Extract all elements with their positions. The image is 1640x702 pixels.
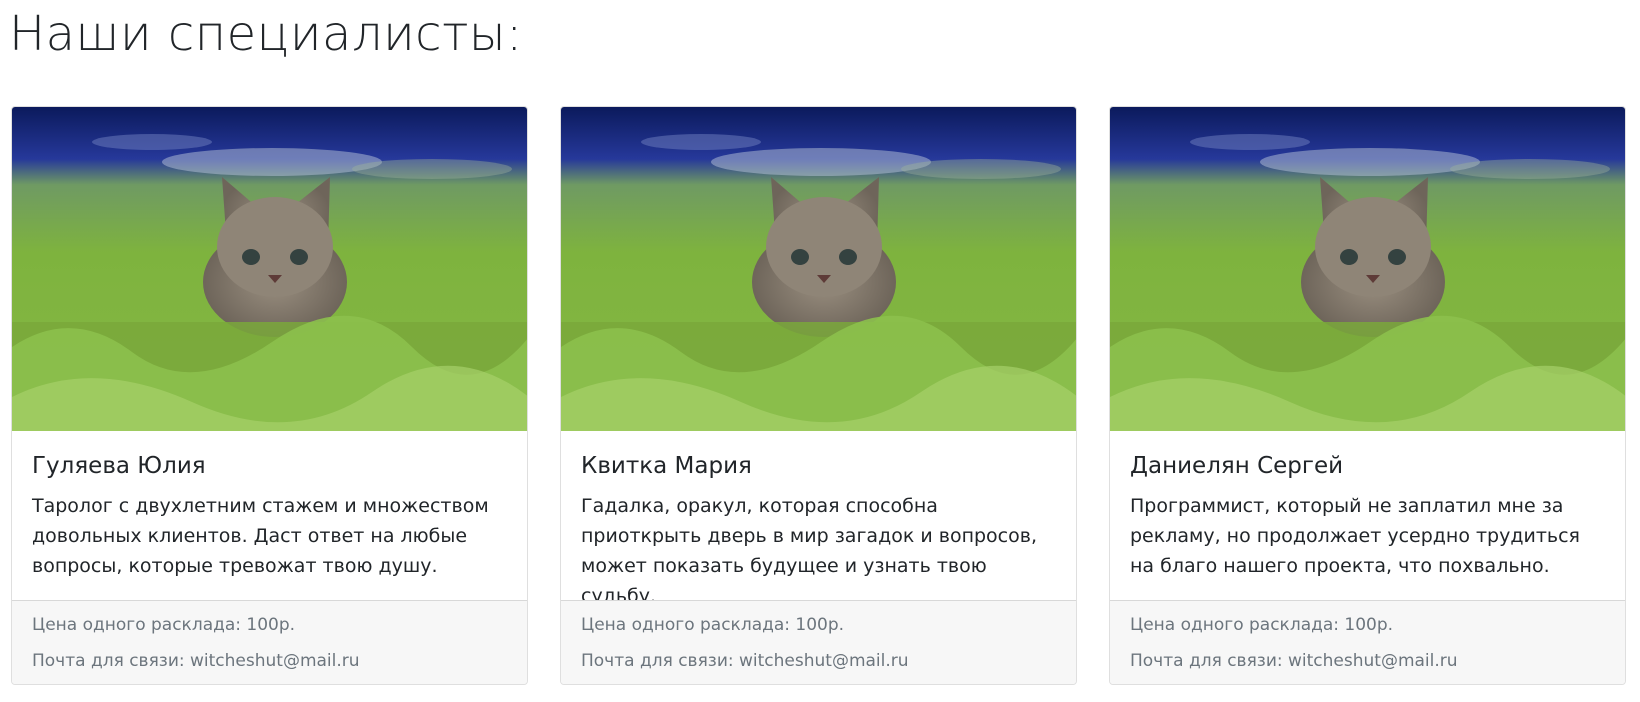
kitten-photo xyxy=(12,107,527,431)
page-title: Наши специалисты: xyxy=(9,6,523,62)
specialist-name: Квитка Мария xyxy=(581,453,752,479)
kitten-photo xyxy=(561,107,1076,431)
specialist-description: Гадалка, оракул, которая способна приотк… xyxy=(581,495,1037,607)
price-text: Цена одного расклада: 100р. xyxy=(32,615,296,635)
specialist-description: Таролог с двухлетним стажем и множеством… xyxy=(32,495,489,577)
card-footer: Цена одного расклада: 100р. Почта для св… xyxy=(1110,600,1625,684)
kitten-photo xyxy=(1110,107,1625,431)
card-body: Гуляева Юлия Таролог с двухлетним стажем… xyxy=(12,431,527,600)
price-text: Цена одного расклада: 100р. xyxy=(1130,615,1394,635)
card-footer: Цена одного расклада: 100р. Почта для св… xyxy=(561,600,1076,684)
specialist-card: Даниелян Сергей Программист, который не … xyxy=(1109,106,1626,685)
specialist-card: Квитка Мария Гадалка, оракул, которая сп… xyxy=(560,106,1077,685)
specialist-name: Гуляева Юлия xyxy=(32,453,206,479)
price-text: Цена одного расклада: 100р. xyxy=(581,615,845,635)
specialist-description: Программист, который не заплатил мне за … xyxy=(1130,495,1580,577)
specialist-name: Даниелян Сергей xyxy=(1130,453,1344,479)
contact-text: Почта для связи: witcheshut@mail.ru xyxy=(1130,651,1458,671)
contact-text: Почта для связи: witcheshut@mail.ru xyxy=(32,651,360,671)
card-body: Квитка Мария Гадалка, оракул, которая сп… xyxy=(561,431,1076,607)
card-body: Даниелян Сергей Программист, который не … xyxy=(1110,431,1625,600)
contact-text: Почта для связи: witcheshut@mail.ru xyxy=(581,651,909,671)
specialists-list: Гуляева Юлия Таролог с двухлетним стажем… xyxy=(11,106,1629,685)
specialist-card: Гуляева Юлия Таролог с двухлетним стажем… xyxy=(11,106,528,685)
card-footer: Цена одного расклада: 100р. Почта для св… xyxy=(12,600,527,684)
